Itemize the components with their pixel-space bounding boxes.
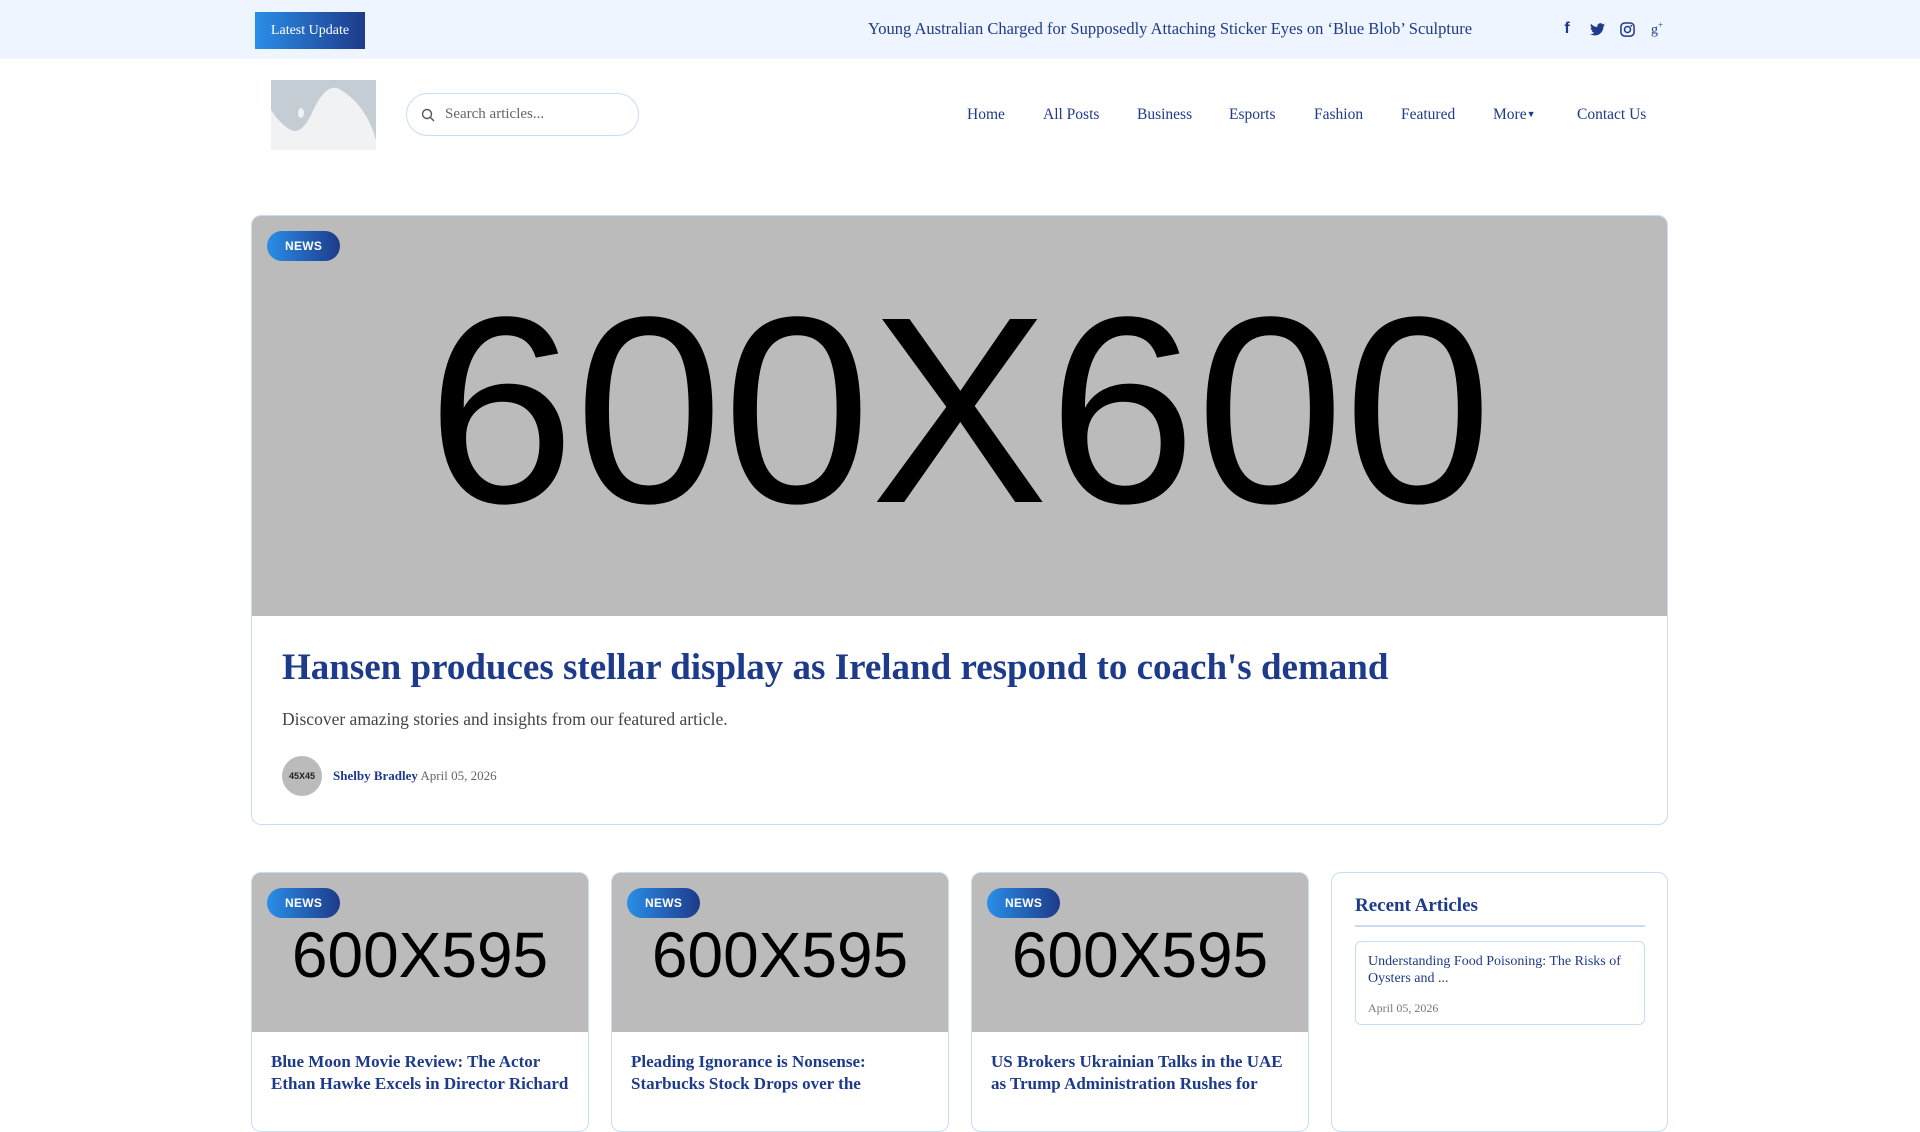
site-logo[interactable] <box>271 80 376 150</box>
caret-down-icon: ▼ <box>1526 109 1536 119</box>
search-box[interactable] <box>406 93 639 136</box>
article-card[interactable]: 600X595 NEWS Pleading Ignorance is Nonsen… <box>611 872 949 1132</box>
news-ticker-link[interactable]: Young Australian Charged for Supposedly … <box>868 19 1472 39</box>
search-icon <box>421 108 435 121</box>
recent-article-item[interactable]: Understanding Food Poisoning: The Risks … <box>1355 941 1645 1025</box>
recent-article-date: April 05, 2026 <box>1368 1001 1439 1015</box>
nav-more-dropdown[interactable]: More▼ <box>1493 106 1536 124</box>
article-meta: Shelby Bradley April 05, 2026 <box>333 768 497 784</box>
nav-fashion[interactable]: Fashion <box>1314 106 1363 124</box>
publish-date: April 05, 2026 <box>420 768 497 783</box>
divider <box>1355 925 1645 927</box>
author-name[interactable]: Shelby Bradley <box>333 768 418 783</box>
recent-article-title[interactable]: Understanding Food Poisoning: The Risks … <box>1368 953 1632 987</box>
featured-title[interactable]: Hansen produces stellar display as Irela… <box>282 646 1388 689</box>
featured-article-card[interactable]: 600X600 NEWS Hansen produces stellar dis… <box>251 215 1668 825</box>
category-badge[interactable]: NEWS <box>627 888 701 918</box>
category-badge[interactable]: NEWS <box>267 231 341 261</box>
image-placeholder-text: 600X595 <box>291 919 549 991</box>
image-placeholder-text: 600X595 <box>651 919 909 991</box>
article-image: 600X595 NEWS <box>252 873 588 1032</box>
nav-more-label: More <box>1493 106 1527 123</box>
instagram-icon[interactable] <box>1616 18 1638 40</box>
nav-business[interactable]: Business <box>1137 106 1192 124</box>
category-badge[interactable]: NEWS <box>987 888 1061 918</box>
article-card[interactable]: 600X595 NEWS US Brokers Ukrainian Talks i… <box>971 872 1309 1132</box>
recent-articles-sidebar: Recent Articles Understanding Food Poiso… <box>1331 872 1668 1132</box>
twitter-icon[interactable] <box>1586 18 1608 40</box>
article-title[interactable]: US Brokers Ukrainian Talks in the UAE as… <box>991 1051 1291 1095</box>
nav-home[interactable]: Home <box>967 106 1005 124</box>
article-image: 600X595 NEWS <box>612 873 948 1032</box>
article-title[interactable]: Blue Moon Movie Review: The Actor Ethan … <box>271 1051 571 1095</box>
latest-update-button[interactable]: Latest Update <box>255 12 365 49</box>
category-badge[interactable]: NEWS <box>267 888 341 918</box>
image-placeholder-text: 600X600 <box>426 262 1493 559</box>
facebook-icon[interactable]: f <box>1556 18 1578 40</box>
nav-contact-us[interactable]: Contact Us <box>1577 106 1646 124</box>
sidebar-title: Recent Articles <box>1355 895 1478 916</box>
image-placeholder-text: 600X595 <box>1011 919 1269 991</box>
article-image: 600X595 NEWS <box>972 873 1308 1032</box>
nav-featured[interactable]: Featured <box>1401 106 1455 124</box>
featured-image: 600X600 NEWS <box>252 216 1667 616</box>
search-input[interactable] <box>445 106 615 123</box>
featured-description: Discover amazing stories and insights fr… <box>282 709 728 729</box>
author-avatar: 45X45 <box>282 756 322 796</box>
nav-esports[interactable]: Esports <box>1229 106 1276 124</box>
google-plus-icon[interactable]: g+ <box>1646 18 1668 40</box>
nav-all-posts[interactable]: All Posts <box>1043 106 1099 124</box>
article-card[interactable]: 600X595 NEWS Blue Moon Movie Review: The … <box>251 872 589 1132</box>
article-title[interactable]: Pleading Ignorance is Nonsense: Starbuck… <box>631 1051 931 1095</box>
